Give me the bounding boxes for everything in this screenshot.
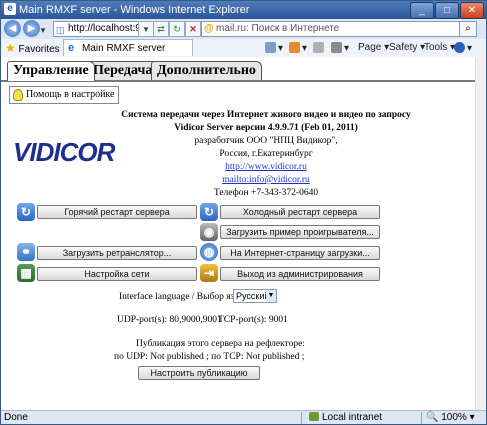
browser-window: e Main RMXF server - Windows Internet Ex…	[0, 0, 487, 425]
network-icon: ▦	[17, 264, 35, 282]
film-reel-icon: ◉	[200, 223, 218, 241]
mail-icon	[313, 42, 324, 53]
publication-status: по UDP: Not published ; по TCP: Not publ…	[114, 352, 305, 362]
udp-ports: UDP-port(s): 80,9000,9001	[117, 315, 222, 325]
network-nodes-icon: ⚭	[17, 243, 35, 261]
safety-menu[interactable]: Safety ▾	[389, 42, 425, 53]
zoom-icon: 🔍	[426, 412, 442, 423]
language-value: Русский	[236, 291, 270, 301]
browser-tab-title: Main RMXF server	[82, 43, 166, 54]
tab-dopolnitelno[interactable]: Дополнительно	[151, 61, 262, 80]
home-button[interactable]: ▾	[265, 42, 283, 54]
status-divider-2	[421, 412, 422, 424]
intranet-icon	[309, 412, 319, 421]
status-bar: Done Local intranet 🔍 100% ▾	[1, 410, 486, 424]
load-relay-button[interactable]: Загрузить ретранслятор...	[37, 246, 197, 260]
print-button[interactable]: ▾	[331, 42, 349, 54]
vidicor-logo: VIDICOR	[13, 137, 115, 167]
refresh-icon[interactable]: ↻	[169, 21, 185, 37]
back-button[interactable]: ◀	[4, 20, 21, 37]
vertical-scrollbar[interactable]	[475, 57, 486, 410]
minimize-button[interactable]: _	[410, 2, 434, 19]
cold-restart-icon: ↻	[200, 203, 218, 221]
search-input[interactable]: @ mail.ru: Поиск в Интернете	[201, 21, 469, 37]
globe-icon: ◍	[200, 243, 218, 261]
info-line-4: Россия, г.Екатеринбург	[219, 149, 313, 159]
help-menu[interactable]: ▾	[454, 42, 472, 54]
language-label: Interface language / Выбор языка	[119, 292, 250, 302]
mail-button[interactable]	[313, 42, 326, 54]
network-setup-button[interactable]: Настройка сети	[37, 267, 197, 281]
search-text: mail.ru: Поиск в Интернете	[216, 23, 340, 34]
tab-peredacha[interactable]: Передача	[87, 61, 159, 80]
chevron-down-icon: ▼	[266, 290, 276, 302]
logout-admin-button[interactable]: Выход из администрирования	[220, 267, 380, 281]
compatibility-icon[interactable]: ⇄	[153, 21, 169, 37]
exit-door-icon: ⇥	[200, 264, 218, 282]
favorites-bar: ★ Favorites e Main RMXF server ▾ ▾ ▾ Pag…	[1, 39, 486, 58]
page-content: Управление Передача Дополнительно Помощь…	[1, 57, 475, 410]
title-bar: e Main RMXF server - Windows Internet Ex…	[1, 1, 486, 19]
maximize-button[interactable]: □	[435, 2, 459, 19]
favorites-button[interactable]: ★ Favorites	[5, 41, 60, 55]
home-icon	[265, 42, 276, 53]
website-link[interactable]: http://www.vidicor.ru	[225, 162, 307, 172]
feeds-button[interactable]: ▾	[289, 42, 307, 54]
help-icon	[454, 42, 465, 53]
hot-restart-button[interactable]: Горячий рестарт сервера	[37, 205, 197, 219]
tcp-ports: TCP-port(s): 9001	[218, 315, 288, 325]
address-toolbar: ◀ ▶ ▾ ◫ http://localhost:900 ▾ ⇄ ↻ ✕ @ m…	[1, 19, 486, 39]
security-zone-label: Local intranet	[322, 412, 383, 423]
info-phone: Телефон +7-343-372-0640	[213, 188, 319, 198]
address-dropdown-icon[interactable]: ▾	[138, 21, 154, 37]
info-line-3: разработчик ООО "НПЦ Видикор",	[194, 136, 338, 146]
help-setup-label: Помощь в настройке	[26, 89, 115, 100]
favorites-label: Favorites	[18, 44, 60, 55]
help-setup-button[interactable]: Помощь в настройке	[9, 86, 120, 104]
lightbulb-icon	[13, 89, 23, 101]
status-text: Done	[4, 412, 28, 423]
tools-menu[interactable]: Tools ▾	[424, 42, 455, 53]
server-info: Система передачи через Интернет живого в…	[111, 109, 421, 200]
email-link[interactable]: mailto:info@vidicor.ru	[222, 175, 310, 185]
search-icon[interactable]: ⌕	[459, 21, 477, 37]
ie-icon: e	[4, 3, 16, 15]
print-icon	[331, 42, 342, 53]
info-line-2: Vidicor Server версии 4.9.9.71 (Feb 01, …	[174, 123, 358, 133]
tab-upravlenie[interactable]: Управление	[7, 61, 95, 81]
browser-tab[interactable]: e Main RMXF server	[63, 39, 193, 56]
window-title: Main RMXF server - Windows Internet Expl…	[19, 4, 250, 16]
refresh-icon: ↻	[17, 203, 35, 221]
forward-button[interactable]: ▶	[23, 20, 40, 37]
history-dropdown-icon[interactable]: ▾	[39, 23, 47, 35]
page-icon: ◫	[56, 25, 65, 35]
search-provider-icon: @	[204, 23, 214, 34]
stop-icon[interactable]: ✕	[185, 21, 201, 37]
page-menu[interactable]: Page ▾	[358, 42, 389, 53]
cold-restart-button[interactable]: Холодный рестарт сервера	[220, 205, 380, 219]
info-line-1: Система передачи через Интернет живого в…	[121, 110, 411, 120]
zoom-level: 100%	[441, 412, 467, 423]
setup-publication-button[interactable]: Настроить публикацию	[138, 366, 260, 380]
internet-page-button[interactable]: На Интернет-страницу загрузки...	[220, 246, 380, 260]
close-button[interactable]: ✕	[460, 2, 484, 19]
favorites-star-icon: ★	[5, 41, 16, 55]
status-divider	[301, 412, 302, 424]
rss-icon	[289, 42, 300, 53]
load-player-button[interactable]: Загрузить пример проигрывателя...	[220, 225, 380, 239]
publication-title: Публикация этого сервера на рефлекторе:	[136, 339, 305, 349]
zoom-control[interactable]: 🔍 100% ▾	[426, 411, 475, 424]
tab-ie-icon: e	[68, 42, 75, 54]
security-zone: Local intranet	[309, 411, 383, 424]
language-select[interactable]: Русский ▼	[233, 289, 277, 303]
